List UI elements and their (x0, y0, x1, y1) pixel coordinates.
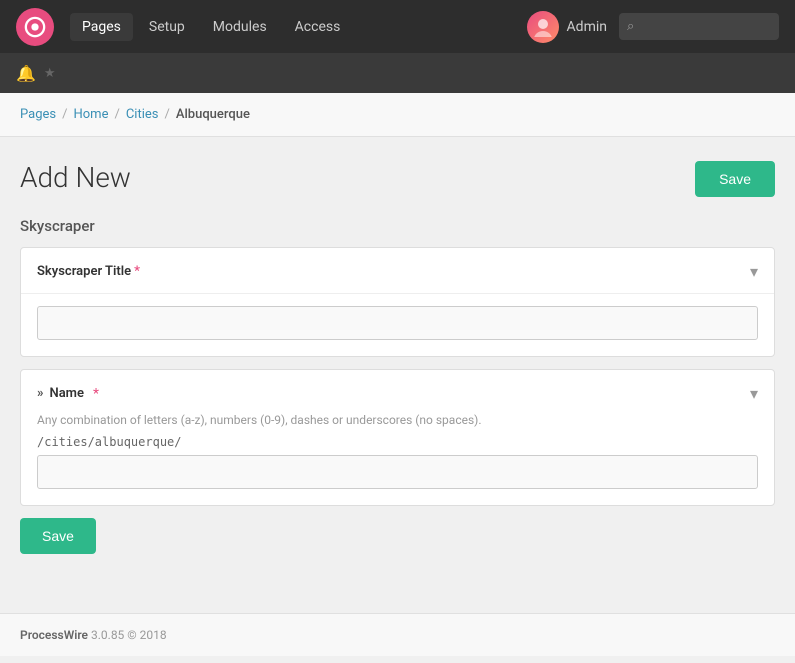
save-button-bottom[interactable]: Save (20, 518, 96, 554)
footer-brand: ProcessWire (20, 628, 88, 642)
breadcrumb-sep-3: / (164, 107, 169, 122)
admin-badge: Admin (527, 11, 607, 43)
main-content: Add New Save Skyscraper Skyscraper Title… (0, 137, 795, 613)
skyscraper-title-label: Skyscraper Title* (37, 264, 140, 279)
nav-item-pages[interactable]: Pages (70, 13, 133, 41)
page-title: Add New (20, 161, 131, 194)
footer: ProcessWire 3.0.85 © 2018 (0, 613, 795, 656)
top-nav: Pages Setup Modules Access Admin ⌕ (0, 0, 795, 53)
skyscraper-title-card: Skyscraper Title* ▾ (20, 247, 775, 357)
skyscraper-title-header: Skyscraper Title* ▾ (21, 248, 774, 294)
section-title: Skyscraper (20, 217, 775, 235)
avatar (527, 11, 559, 43)
save-button-top[interactable]: Save (695, 161, 775, 197)
breadcrumb-home[interactable]: Home (73, 107, 108, 122)
logo[interactable] (16, 8, 54, 46)
breadcrumb-sep-2: / (114, 107, 119, 122)
name-label-row: » Name * (37, 386, 99, 402)
nav-items: Pages Setup Modules Access (70, 13, 519, 41)
collapse-icon-title[interactable]: ▾ (750, 262, 758, 281)
name-card: » Name * ▾ Any combination of letters (a… (20, 369, 775, 506)
sub-nav-star: ★ (44, 66, 56, 81)
nav-item-access[interactable]: Access (283, 13, 353, 41)
breadcrumb-cities[interactable]: Cities (126, 107, 159, 122)
admin-label: Admin (567, 19, 607, 35)
chevrons-icon: » (37, 386, 44, 401)
collapse-icon-name[interactable]: ▾ (750, 384, 758, 403)
breadcrumb-pages[interactable]: Pages (20, 107, 56, 122)
search-wrapper: ⌕ (619, 13, 779, 40)
nav-right: Admin ⌕ (527, 11, 779, 43)
required-star-name: * (93, 386, 99, 402)
name-field-label: Name (50, 386, 84, 401)
skyscraper-title-input[interactable] (37, 306, 758, 340)
search-input[interactable] (619, 13, 779, 40)
footer-version: 3.0.85 © 2018 (91, 628, 167, 642)
name-input[interactable] (37, 455, 758, 489)
nav-item-modules[interactable]: Modules (201, 13, 279, 41)
bottom-save-area: Save (20, 518, 775, 554)
name-header: » Name * ▾ (37, 384, 758, 403)
bell-icon[interactable]: 🔔 (16, 64, 36, 83)
name-path: /cities/albuquerque/ (37, 435, 758, 449)
breadcrumb-current: Albuquerque (176, 107, 250, 122)
nav-item-setup[interactable]: Setup (137, 13, 197, 41)
name-hint: Any combination of letters (a-z), number… (37, 413, 758, 427)
page-header: Add New Save (20, 161, 775, 197)
breadcrumb-sep-1: / (62, 107, 67, 122)
sub-nav: 🔔 ★ (0, 53, 795, 93)
skyscraper-title-body (21, 294, 774, 356)
breadcrumb: Pages / Home / Cities / Albuquerque (0, 93, 795, 137)
required-star-title: * (134, 264, 140, 279)
